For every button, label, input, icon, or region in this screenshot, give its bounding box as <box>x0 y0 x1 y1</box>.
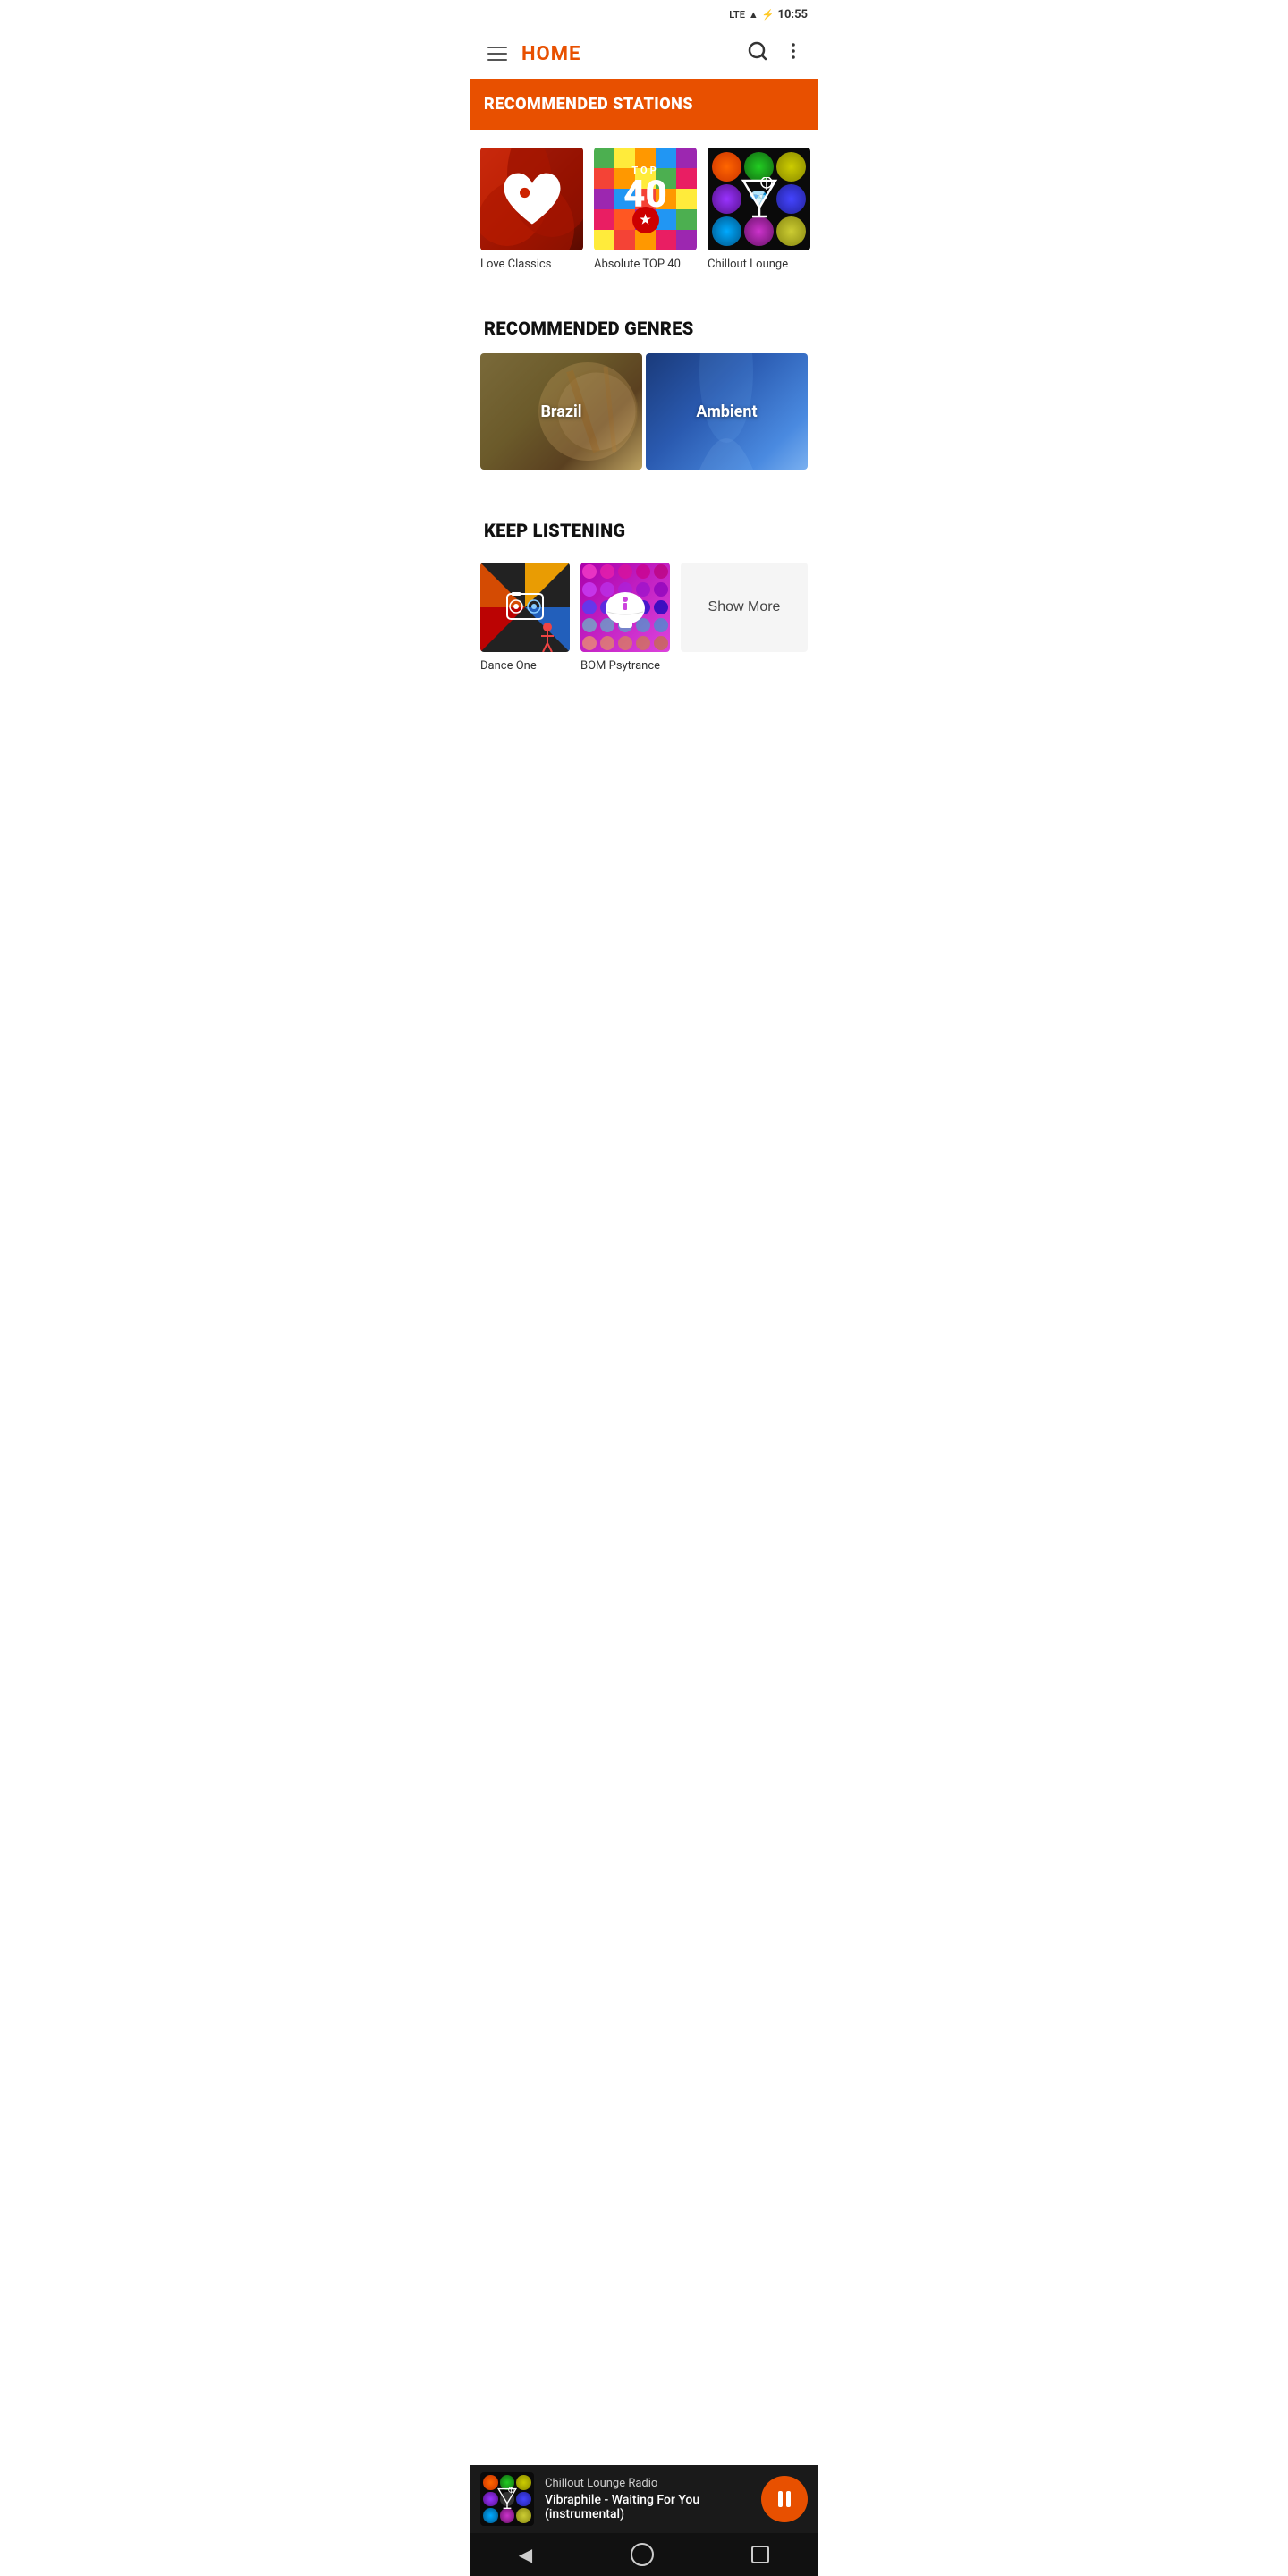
genre-card-brazil[interactable]: Brazil <box>480 353 642 470</box>
battery-icon: ⚡ <box>762 9 775 21</box>
navigation-bar: ◀ <box>470 2533 818 2576</box>
station-name-chillout: Chillout Lounge <box>708 258 788 271</box>
bom-artwork <box>580 563 670 652</box>
keep-card-dance-one[interactable]: Dance One <box>480 563 570 673</box>
app-bar-right <box>747 40 804 67</box>
nav-back-button[interactable]: ◀ <box>519 2544 532 2565</box>
lte-icon: LTE <box>729 9 745 21</box>
show-more-button[interactable]: Show More <box>681 563 808 652</box>
genres-grid: Brazil Ambient <box>470 353 818 495</box>
keep-name-bom: BOM Psytrance <box>580 659 660 673</box>
genre-label-ambient: Ambient <box>646 353 808 470</box>
keep-name-dance-one: Dance One <box>480 659 537 673</box>
station-thumb-chillout: 💎 <box>708 148 810 250</box>
status-time: 10:55 <box>778 8 809 21</box>
keep-listening-header: KEEP LISTENING <box>470 495 818 555</box>
station-card-love-classics[interactable]: Love Classics <box>480 148 583 271</box>
recommended-stations-banner: RECOMMENDED STATIONS <box>470 79 818 130</box>
genre-card-ambient[interactable]: Ambient <box>646 353 808 470</box>
now-playing-thumb <box>480 2472 534 2526</box>
signal-icon: ▲ <box>749 9 758 21</box>
now-playing-track: Vibraphile - Waiting For You (instrument… <box>545 2493 750 2521</box>
status-icons: LTE ▲ ⚡ 10:55 <box>729 8 808 21</box>
hamburger-menu-button[interactable] <box>484 43 511 64</box>
stations-grid: Love Classics TOP 40 <box>470 133 818 292</box>
nav-home-button[interactable] <box>631 2543 654 2566</box>
more-options-icon[interactable] <box>783 40 804 67</box>
recommended-stations-title: RECOMMENDED STATIONS <box>484 95 693 114</box>
search-icon[interactable] <box>747 40 768 67</box>
dance-one-svg <box>480 563 570 652</box>
keep-card-bom[interactable]: BOM Psytrance <box>580 563 670 673</box>
now-playing-info: Chillout Lounge Radio Vibraphile - Waiti… <box>545 2477 750 2521</box>
top40-text-overlay: TOP 40 ★ <box>594 148 697 250</box>
station-thumb-top40: TOP 40 ★ <box>594 148 697 250</box>
heart-svg <box>501 170 564 228</box>
cocktail-overlay <box>708 148 810 250</box>
status-bar: LTE ▲ ⚡ 10:55 <box>470 0 818 29</box>
pause-icon <box>778 2491 791 2507</box>
cocktail-svg <box>740 177 779 222</box>
station-thumb-love-classics <box>480 148 583 250</box>
bottom-spacer <box>470 683 818 791</box>
station-name-top40: Absolute TOP 40 <box>594 258 681 271</box>
keep-listening-grid: Dance One <box>470 555 818 683</box>
station-card-top40[interactable]: TOP 40 ★ Absolute TOP 40 <box>594 148 697 271</box>
nav-recent-button[interactable] <box>751 2546 769 2563</box>
top40-artwork: TOP 40 ★ <box>594 148 697 250</box>
app-bar-left: HOME <box>484 43 580 65</box>
now-playing-bar[interactable]: Chillout Lounge Radio Vibraphile - Waiti… <box>470 2465 818 2533</box>
star-circle: ★ <box>632 207 659 233</box>
keep-thumb-dance-one <box>480 563 570 652</box>
app-bar: HOME <box>470 29 818 79</box>
station-name-love-classics: Love Classics <box>480 258 551 271</box>
dance-one-artwork <box>480 563 570 652</box>
station-card-chillout[interactable]: 💎 <box>708 148 810 271</box>
genre-label-brazil: Brazil <box>480 353 642 470</box>
now-playing-station: Chillout Lounge Radio <box>545 2477 750 2490</box>
show-more-label: Show More <box>708 599 781 615</box>
pause-button[interactable] <box>761 2476 808 2522</box>
recommended-genres-header: RECOMMENDED GENRES <box>470 292 818 353</box>
chillout-artwork: 💎 <box>708 148 810 250</box>
keep-thumb-bom <box>580 563 670 652</box>
app-title: HOME <box>521 43 580 65</box>
mushroom-svg <box>601 583 650 632</box>
love-classics-artwork <box>480 148 583 250</box>
